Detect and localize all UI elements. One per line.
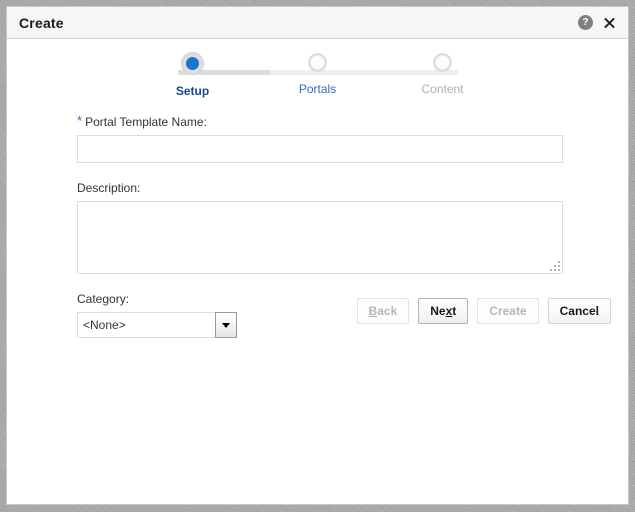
next-button-label-pre: Ne (430, 304, 445, 318)
close-icon[interactable] (602, 15, 617, 30)
cancel-button-label: Cancel (560, 304, 599, 318)
next-button-label-post: t (452, 304, 456, 318)
description-textarea[interactable] (77, 201, 563, 274)
field-portal-template-name: *Portal Template Name: (77, 115, 563, 163)
titlebar-actions: ? (578, 15, 617, 30)
window-frame: Create ? Setup Po (0, 0, 635, 512)
portal-template-name-label-text: Portal Template Name: (85, 115, 207, 129)
help-icon[interactable]: ? (578, 15, 593, 30)
stepper-step-label: Content (398, 82, 488, 96)
portal-template-name-input[interactable] (77, 135, 563, 163)
description-textarea-wrap (77, 201, 563, 274)
stepper-step-portals[interactable]: Portals (273, 53, 363, 96)
step-dot-icon (182, 53, 203, 74)
portal-template-name-label: *Portal Template Name: (77, 115, 563, 129)
stepper-step-label: Setup (148, 84, 238, 98)
dialog-body: Setup Portals Content *Portal T (7, 39, 628, 338)
wizard-stepper: Setup Portals Content (148, 39, 488, 103)
field-description: Description: (77, 181, 563, 274)
create-dialog: Create ? Setup Po (6, 6, 629, 505)
cancel-button[interactable]: Cancel (548, 298, 611, 324)
stepper-step-label: Portals (273, 82, 363, 96)
create-button[interactable]: Create (477, 298, 538, 324)
create-button-label: Create (489, 304, 526, 318)
dialog-titlebar: Create ? (7, 7, 628, 39)
back-button-label: ack (377, 304, 397, 318)
required-marker-icon: * (77, 113, 82, 128)
stepper-steps: Setup Portals Content (148, 53, 488, 98)
step-dot-icon (308, 53, 327, 72)
dialog-title: Create (19, 15, 64, 31)
dialog-footer: Back Next Create Cancel (7, 298, 628, 324)
back-button-accel: B (369, 304, 378, 318)
next-button[interactable]: Next (418, 298, 468, 324)
stepper-step-content: Content (398, 53, 488, 96)
step-dot-icon (433, 53, 452, 72)
back-button[interactable]: Back (357, 298, 410, 324)
description-label: Description: (77, 181, 563, 195)
stepper-step-setup[interactable]: Setup (148, 53, 238, 98)
resize-grip-icon[interactable] (549, 260, 560, 271)
